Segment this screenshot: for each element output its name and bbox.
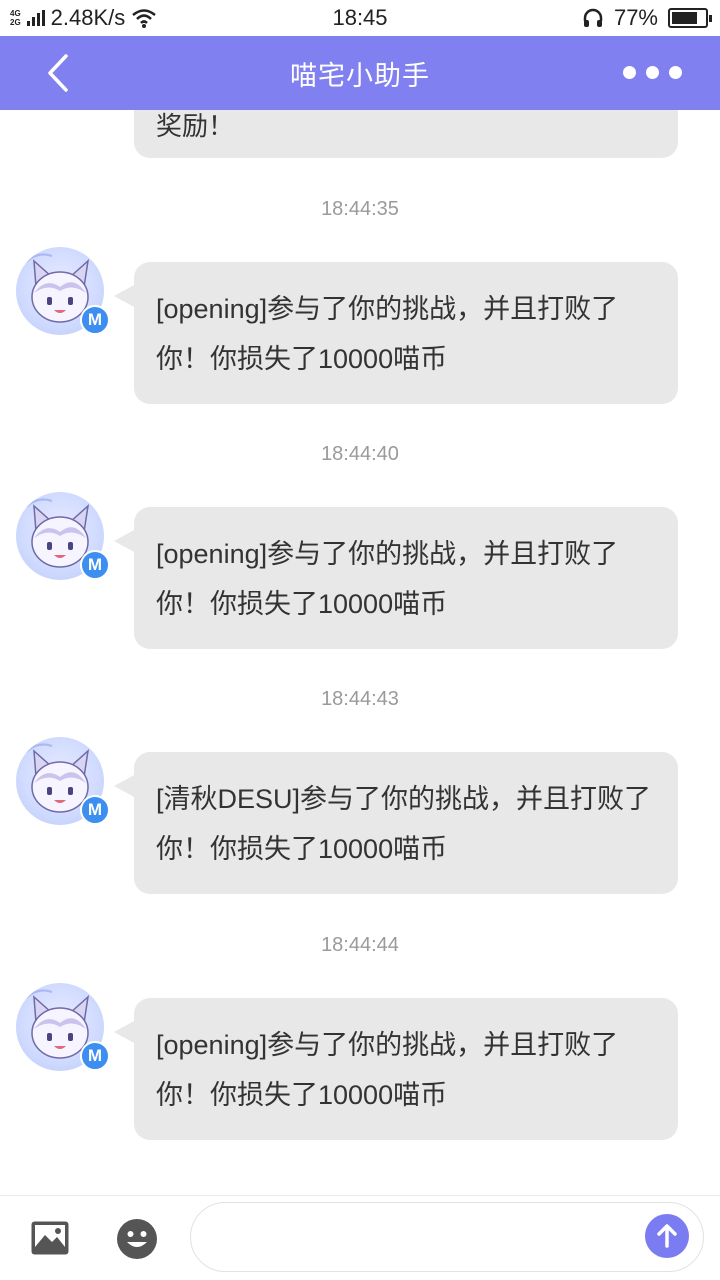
input-bar bbox=[0, 1195, 720, 1280]
bubble-tail bbox=[114, 284, 136, 308]
message-bubble[interactable]: [清秋DESU]参与了你的挑战，并且打败了你！你损失了10000喵币 bbox=[134, 752, 678, 894]
message-bubble[interactable]: [opening]参与了你的挑战，并且打败了你！你损失了10000喵币 bbox=[134, 262, 678, 404]
status-right: 77% bbox=[582, 5, 712, 31]
headphones-icon bbox=[583, 8, 603, 27]
header: 喵宅小助手 bbox=[0, 36, 720, 110]
battery-fill bbox=[672, 12, 697, 24]
chat-message: M [opening]参与了你的挑战，并且打败了你！你损失了10000喵币 bbox=[0, 983, 720, 1140]
send-button[interactable] bbox=[645, 1214, 689, 1258]
verified-badge: M bbox=[80, 550, 110, 580]
message-timestamp: 18:44:35 bbox=[321, 198, 399, 220]
smiley-icon bbox=[117, 1219, 157, 1259]
message-input[interactable] bbox=[190, 1202, 704, 1272]
verified-badge: M bbox=[80, 1041, 110, 1071]
page-title: 喵宅小助手 bbox=[290, 61, 430, 91]
message-timestamp: 18:44:40 bbox=[321, 443, 399, 465]
chat-message: M [清秋DESU]参与了你的挑战，并且打败了你！你损失了10000喵币 bbox=[0, 737, 720, 894]
chat-message: M [opening]参与了你的挑战，并且打败了你！你损失了10000喵币 bbox=[0, 492, 720, 649]
image-icon bbox=[31, 1221, 69, 1255]
previous-message-bubble: 奖励！ bbox=[134, 110, 678, 158]
bubble-tail bbox=[114, 774, 136, 798]
more-dot-icon bbox=[646, 66, 659, 79]
previous-message-text: 奖励！ bbox=[156, 111, 235, 141]
battery-icon bbox=[668, 8, 712, 28]
battery-percent: 77% bbox=[613, 5, 658, 30]
message-timestamp: 18:44:44 bbox=[321, 934, 399, 956]
more-dot-icon bbox=[669, 66, 682, 79]
verified-badge: M bbox=[80, 305, 110, 335]
bubble-tail bbox=[114, 1020, 136, 1044]
verified-badge: M bbox=[80, 795, 110, 825]
arrow-up-icon bbox=[657, 1224, 677, 1248]
message-bubble[interactable]: [opening]参与了你的挑战，并且打败了你！你损失了10000喵币 bbox=[134, 507, 678, 649]
message-timestamp: 18:44:43 bbox=[321, 688, 399, 710]
message-bubble[interactable]: [opening]参与了你的挑战，并且打败了你！你损失了10000喵币 bbox=[134, 998, 678, 1140]
more-button[interactable] bbox=[623, 66, 682, 79]
chat-list[interactable]: 奖励！ 18:44:35 M [opening]参与了你的挑战，并且打败了你！你… bbox=[0, 110, 720, 1195]
chat-message: M [opening]参与了你的挑战，并且打败了你！你损失了10000喵币 bbox=[0, 247, 720, 404]
status-bar: 4G 2G 2.48K/s 18:45 77% bbox=[0, 0, 720, 36]
emoji-button[interactable] bbox=[116, 1218, 158, 1260]
image-button[interactable] bbox=[30, 1220, 70, 1256]
bubble-tail bbox=[114, 529, 136, 553]
more-dot-icon bbox=[623, 66, 636, 79]
